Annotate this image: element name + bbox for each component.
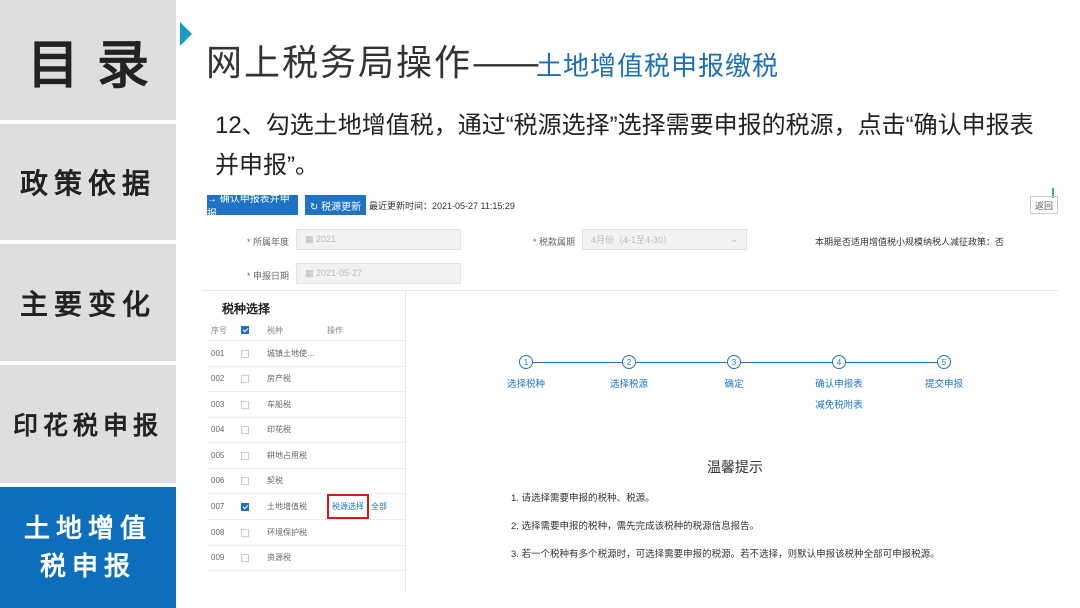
row-checkbox[interactable] <box>241 426 249 435</box>
row-checkbox[interactable] <box>241 477 249 486</box>
date-field[interactable]: ▦ 2021-05-27 <box>296 263 461 284</box>
confirm-declare-button[interactable]: → 确认申报表并申报 <box>207 194 298 220</box>
row-checkbox[interactable] <box>241 451 249 460</box>
update-time: 最近更新时间：2021-05-27 11:15:29 <box>369 201 515 211</box>
table-row[interactable]: 006 契税 <box>207 468 405 494</box>
instruction-text: 12、勾选土地增值税，通过“税源选择”选择需要申报的税源，点击“确认申报表并申报… <box>215 112 1034 179</box>
col-header-no: 序号 <box>207 320 241 341</box>
nav-item-label: 主要变化 <box>19 287 156 321</box>
table-row[interactable]: 003 车船税 <box>207 391 405 418</box>
divider <box>405 291 406 592</box>
row-tax-name: 环境保护税 <box>267 519 327 546</box>
col-header-check <box>241 320 267 341</box>
section-nav: 目录 政策依据 主要变化 印花税申报 土地增值税申报 <box>0 0 176 608</box>
nav-item-label: 目录 <box>26 34 167 96</box>
tip-item: 3. 若一个税种有多个税源时，可选择需要申报的税源。若不选择，则默认申报该税种全… <box>511 549 940 560</box>
step-3-circle: 3 <box>727 355 741 369</box>
row-tax-name: 契税 <box>267 468 327 494</box>
table-row[interactable]: 004 印花税 <box>207 417 405 443</box>
row-no: 004 <box>207 417 241 443</box>
col-header-tax: 税种 <box>267 320 327 341</box>
title-sub: 土地增值税申报缴税 <box>536 52 780 82</box>
table-row[interactable]: 002 房产税 <box>207 366 405 392</box>
policy-note: 本期是否适用增值税小规模纳税人减征政策：否 <box>815 237 1005 247</box>
tip-item: 1. 请选择需要申报的税种、税源。 <box>511 493 655 504</box>
row-no: 009 <box>207 545 241 571</box>
nav-item-main-changes[interactable]: 主要变化 <box>0 244 176 361</box>
tip-item: 2. 选择需要申报的税种，需先完成该税种的税源信息报告。 <box>511 521 760 532</box>
row-no: 006 <box>207 468 241 494</box>
step-1-circle: 1 <box>519 355 533 369</box>
row-tax-name: 资源税 <box>267 545 327 571</box>
date-label: * 申报日期 <box>247 271 290 281</box>
nav-item-contents[interactable]: 目录 <box>0 0 176 120</box>
row-checkbox[interactable] <box>241 502 249 511</box>
title-main: 网上税务局操作 <box>206 43 473 84</box>
step-4-circle: 4 <box>832 355 846 369</box>
row-tax-name: 土地增值税 <box>267 493 327 520</box>
row-tax-name: 房产税 <box>267 366 327 392</box>
row-tax-name: 印花税 <box>267 417 327 443</box>
table-row[interactable]: 009 资源税 <box>207 545 405 571</box>
step-5-circle: 5 <box>937 355 951 369</box>
step-2-circle: 2 <box>622 355 636 369</box>
table-row[interactable]: 007 土地增值税 税源选择 全部 <box>207 493 405 520</box>
divider <box>202 290 1058 291</box>
page-title: 网上税务局操作——土地增值税申报缴税 <box>206 34 779 86</box>
step-4-label: 确认申报表 <box>815 379 863 390</box>
row-no: 002 <box>207 366 241 392</box>
row-tax-name: 车船税 <box>267 391 327 418</box>
tax-portal-screenshot: → 确认申报表并申报 ↻ 税源更新 最近更新时间：2021-05-27 11:1… <box>202 188 1058 592</box>
nav-item-land-vat[interactable]: 土地增值税申报 <box>0 487 176 608</box>
tax-table: 序号 税种 操作 001 城镇土地使… 002 房产税 003 车船税 004 印花税 … <box>207 320 405 571</box>
row-no: 001 <box>207 340 241 367</box>
nav-item-stamp-tax[interactable]: 印花税申报 <box>0 365 176 483</box>
year-field[interactable]: ▦ 2021 <box>296 229 461 250</box>
step-5-label: 提交申报 <box>924 379 964 390</box>
row-no: 007 <box>207 493 241 520</box>
tax-select-title: 税种选择 <box>222 302 271 316</box>
step-1-label: 选择税种 <box>506 379 546 390</box>
nav-item-label: 政策依据 <box>19 167 156 200</box>
chevron-down-icon: ⌄ <box>730 234 738 244</box>
period-value: 4月份（4-1至4-30） <box>591 235 673 245</box>
row-checkbox[interactable] <box>241 375 249 384</box>
row-no: 005 <box>207 442 241 469</box>
step-2-label: 选择税源 <box>609 379 649 390</box>
table-row[interactable]: 001 城镇土地使… <box>207 340 405 367</box>
table-row[interactable]: 005 耕地占用税 <box>207 442 405 469</box>
row-tax-name: 城镇土地使… <box>267 340 327 367</box>
row-no: 003 <box>207 391 241 418</box>
table-row[interactable]: 008 环境保护税 <box>207 519 405 546</box>
row-tax-name: 耕地占用税 <box>267 442 327 469</box>
select-all-checkbox[interactable] <box>241 326 249 335</box>
refresh-source-button[interactable]: ↻ 税源更新 <box>305 195 366 215</box>
step-3-label: 确定 <box>724 379 744 390</box>
nav-item-label: 印花税申报 <box>12 411 163 440</box>
row-checkbox[interactable] <box>241 528 249 537</box>
back-button[interactable]: 返回 <box>1030 196 1058 214</box>
row-checkbox[interactable] <box>241 400 249 409</box>
nav-item-label: 土地增值税申报 <box>23 513 152 582</box>
period-label: * 税款属期 <box>533 237 576 247</box>
row-no: 008 <box>207 519 241 546</box>
row-checkbox[interactable] <box>241 554 249 563</box>
pointer-arrow-icon <box>180 22 192 46</box>
tips-title: 温馨提示 <box>707 459 763 475</box>
source-select-link[interactable]: 税源选择 <box>327 494 369 519</box>
row-checkbox[interactable] <box>241 349 249 358</box>
year-label: * 所属年度 <box>247 237 290 247</box>
step-4-sublabel: 减免税附表 <box>815 400 863 411</box>
table-header-row: 序号 税种 操作 <box>207 320 405 341</box>
period-select[interactable]: 4月份（4-1至4-30） ⌄ <box>582 229 747 250</box>
nav-item-policy-basis[interactable]: 政策依据 <box>0 124 176 240</box>
select-all-link[interactable]: 全部 <box>371 502 387 511</box>
title-dash: —— <box>472 43 540 84</box>
col-header-op: 操作 <box>327 320 405 341</box>
